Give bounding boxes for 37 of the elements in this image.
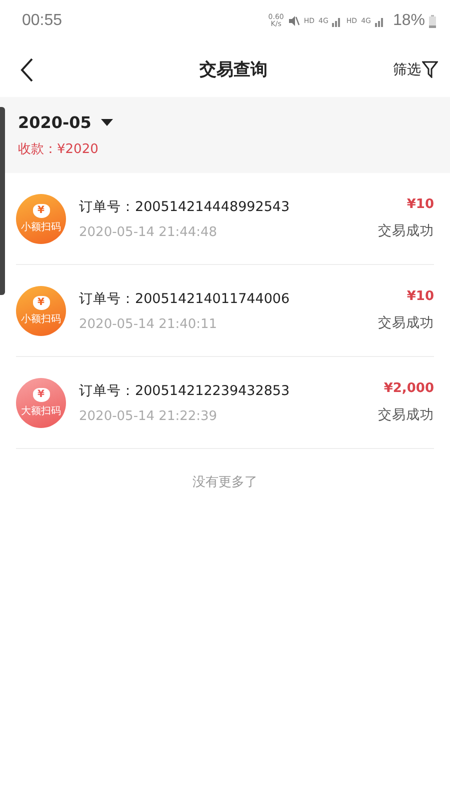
yen-icon: ¥ [32, 388, 50, 402]
battery-level: 18% [392, 12, 425, 30]
battery-icon [429, 14, 436, 28]
status-time: 00:55 [22, 12, 62, 30]
transaction-time: 2020-05-14 21:22:39 [79, 408, 218, 424]
yen-icon: ¥ [32, 204, 50, 218]
badge-label: 小额扫码 [21, 220, 61, 234]
transaction-time: 2020-05-14 21:40:11 [79, 316, 218, 332]
transaction-status: 交易成功 [378, 222, 434, 240]
income-summary: 收款：¥2020 [18, 140, 100, 158]
back-icon [20, 58, 34, 82]
order-number: 订单号：200514214011744006 [79, 290, 291, 308]
order-number: 订单号：200514212239432853 [79, 382, 291, 400]
transaction-amount: ¥10 [406, 289, 434, 304]
transaction-time: 2020-05-14 21:44:48 [79, 224, 218, 240]
filter-icon [422, 61, 438, 78]
signal-icon [374, 16, 385, 26]
filter-button[interactable]: 筛选 [393, 60, 438, 78]
order-number: 订单号：200514214448992543 [79, 198, 291, 216]
badge-label: 小额扫码 [21, 312, 61, 326]
month-picker[interactable]: 2020-05 [18, 112, 114, 132]
signal-icon [332, 16, 342, 26]
transaction-status: 交易成功 [378, 406, 434, 424]
transaction-row[interactable]: ¥ 小额扫码 订单号：200514214448992543 2020-05-14 21:44:48 ¥10 交易成功 [16, 173, 434, 265]
badge-label: 大额扫码 [21, 404, 61, 418]
page-title: 交易查询 [200, 59, 268, 81]
scroll-handle[interactable] [0, 107, 5, 295]
yen-icon: ¥ [32, 296, 50, 310]
transaction-row[interactable]: ¥ 小额扫码 订单号：200514214011744006 2020-05-14 21:40:11 ¥10 交易成功 [16, 265, 434, 357]
no-more-text: 没有更多了 [192, 475, 258, 490]
mute-icon [288, 15, 300, 27]
transaction-status: 交易成功 [378, 314, 434, 332]
caret-icon [101, 118, 114, 126]
transaction-amount: ¥10 [406, 197, 434, 212]
transaction-amount: ¥2,000 [384, 381, 434, 396]
back-button[interactable] [20, 58, 34, 82]
transaction-row[interactable]: ¥ 大额扫码 订单号：200514212239432853 2020-05-14 21:22:39 ¥2,000 交易成功 [16, 357, 434, 449]
